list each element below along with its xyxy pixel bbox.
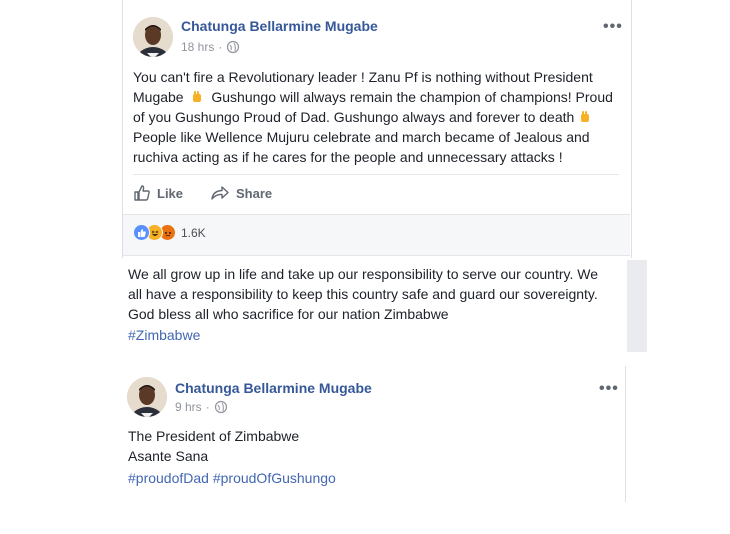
author-name[interactable]: Chatunga Bellarmine Mugabe xyxy=(175,380,372,396)
timestamp[interactable]: 9 hrs xyxy=(175,400,202,414)
reaction-count: 1.6K xyxy=(181,225,206,240)
post-options-button[interactable]: ••• xyxy=(603,19,623,35)
post-line: We all grow up in life and take up our r… xyxy=(128,266,599,282)
post-line: Asante Sana xyxy=(128,448,209,464)
author-avatar[interactable] xyxy=(133,17,173,57)
meta-dot: · xyxy=(218,40,223,54)
post-line: all have a responsibility to keep this c… xyxy=(128,286,598,302)
like-button[interactable]: Like xyxy=(133,184,183,202)
hashtag-link[interactable]: #Zimbabwe xyxy=(128,327,200,343)
post-line: People like Wellence Mujuru celebrate an… xyxy=(133,129,590,145)
share-button[interactable]: Share xyxy=(210,184,272,202)
post-options-button[interactable]: ••• xyxy=(599,381,619,397)
post-line: The President of Zimbabwe xyxy=(128,428,300,444)
like-reaction-icon xyxy=(133,224,150,241)
post-line: ruchiva acting as if he cares for the pe… xyxy=(133,149,563,165)
post-meta: 9 hrs · xyxy=(175,400,228,414)
post-line: God bless all who sacrifice for our nati… xyxy=(128,306,449,322)
post-line: You can't fire a Revolutionary leader ! … xyxy=(133,69,593,85)
author-name[interactable]: Chatunga Bellarmine Mugabe xyxy=(181,18,378,34)
shared-post-body: We all grow up in life and take up our r… xyxy=(128,264,626,324)
like-label: Like xyxy=(157,185,184,201)
thumbs-up-icon xyxy=(134,185,150,201)
timestamp[interactable]: 18 hrs xyxy=(181,40,214,54)
post-body: You can't fire a Revolutionary leader ! … xyxy=(133,67,625,167)
globe-icon xyxy=(214,400,227,414)
post-body: The President of Zimbabwe Asante Sana xyxy=(128,426,618,466)
globe-icon xyxy=(227,40,240,54)
meta-dot: · xyxy=(205,400,210,414)
scrollbar-segment[interactable] xyxy=(627,260,647,352)
post-line-2: Mugabe Gushungo will always remain the c… xyxy=(133,89,613,105)
hashtag-links[interactable]: #proudofDad #proudOfGushungo xyxy=(128,470,336,486)
post-line-3: of you Gushungo Proud of Dad. Gushungo a… xyxy=(133,107,625,127)
share-arrow-icon xyxy=(211,186,229,200)
card-border-right xyxy=(625,366,626,502)
raised-fist-emoji-icon xyxy=(581,111,590,122)
author-avatar[interactable] xyxy=(127,377,167,417)
post-meta: 18 hrs · xyxy=(181,40,240,54)
reactions-summary[interactable]: 1.6K xyxy=(133,224,206,241)
share-label: Share xyxy=(236,185,273,201)
raised-fist-emoji-icon xyxy=(193,91,202,102)
action-divider xyxy=(133,174,619,175)
